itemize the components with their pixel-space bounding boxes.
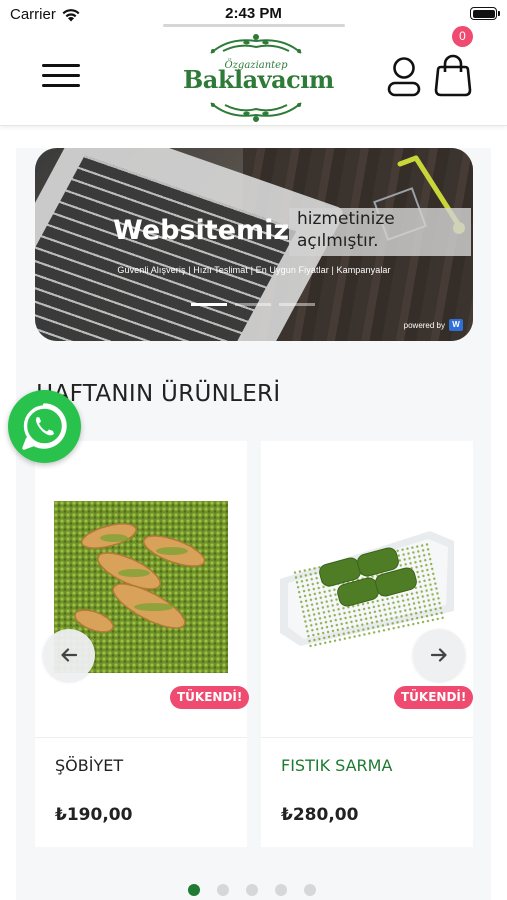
- banner-dot[interactable]: [235, 303, 271, 306]
- carousel-next-button[interactable]: [413, 629, 465, 681]
- hamburger-icon-line: [42, 84, 80, 87]
- hamburger-icon-line: [42, 64, 80, 67]
- cart-count-badge: 0: [452, 26, 473, 47]
- menu-button[interactable]: [42, 63, 82, 89]
- pagination-dot[interactable]: [304, 884, 316, 896]
- banner-dot[interactable]: [279, 303, 315, 306]
- hero-banner[interactable]: Websitemiz hizmetinize açılmıştır. Güven…: [35, 148, 473, 341]
- powered-by-label: powered by: [403, 320, 445, 330]
- card-divider: [35, 737, 247, 738]
- sold-out-badge: TÜKENDİ!: [170, 686, 250, 709]
- carousel-pagination: [188, 884, 316, 896]
- battery-icon: [470, 7, 500, 20]
- arrow-left-icon: [61, 648, 77, 662]
- app-header: Özgaziantep Baklavacım 0: [0, 26, 507, 126]
- whatsapp-icon: [22, 403, 67, 450]
- banner-headline: Websitemiz: [113, 215, 290, 246]
- banner-headline-line1: hizmetinize: [297, 209, 395, 229]
- status-time: 2:43 PM: [225, 5, 282, 22]
- product-image-area: TÜKENDİ!: [35, 441, 250, 737]
- banner-slide-indicator: [191, 303, 315, 306]
- product-price: ₺190,00: [55, 805, 133, 825]
- banner-tagline: Güvenli Alışveriş | Hızlı Teslimat | En …: [117, 265, 391, 275]
- top-indicator: [163, 24, 345, 27]
- product-name[interactable]: ŞÖBİYET: [55, 756, 123, 775]
- brand-logo[interactable]: Özgaziantep Baklavacım: [183, 31, 334, 123]
- shopping-bag-icon[interactable]: [432, 54, 474, 98]
- hamburger-icon-line: [42, 74, 80, 77]
- product-price: ₺280,00: [281, 805, 359, 825]
- banner-headline-box: hizmetinize açılmıştır.: [297, 208, 395, 252]
- pagination-dot[interactable]: [275, 884, 287, 896]
- whatsapp-button[interactable]: [8, 390, 81, 463]
- card-divider: [261, 737, 473, 738]
- product-image-area: TÜKENDİ!: [261, 441, 474, 737]
- product-name[interactable]: FISTIK SARMA: [281, 756, 392, 775]
- sold-out-badge: TÜKENDİ!: [394, 686, 474, 709]
- logo-title: Baklavacım: [183, 65, 334, 94]
- pagination-dot[interactable]: [246, 884, 258, 896]
- provider-logo-icon: W: [449, 319, 463, 331]
- pagination-dot[interactable]: [188, 884, 200, 896]
- banner-dot[interactable]: [191, 303, 227, 306]
- powered-by: powered by W: [404, 319, 463, 331]
- arrow-right-icon: [431, 648, 447, 662]
- pagination-dot[interactable]: [217, 884, 229, 896]
- banner-headline-line2: açılmıştır.: [297, 231, 379, 251]
- carousel-prev-button[interactable]: [43, 629, 95, 681]
- user-icon[interactable]: [385, 57, 423, 97]
